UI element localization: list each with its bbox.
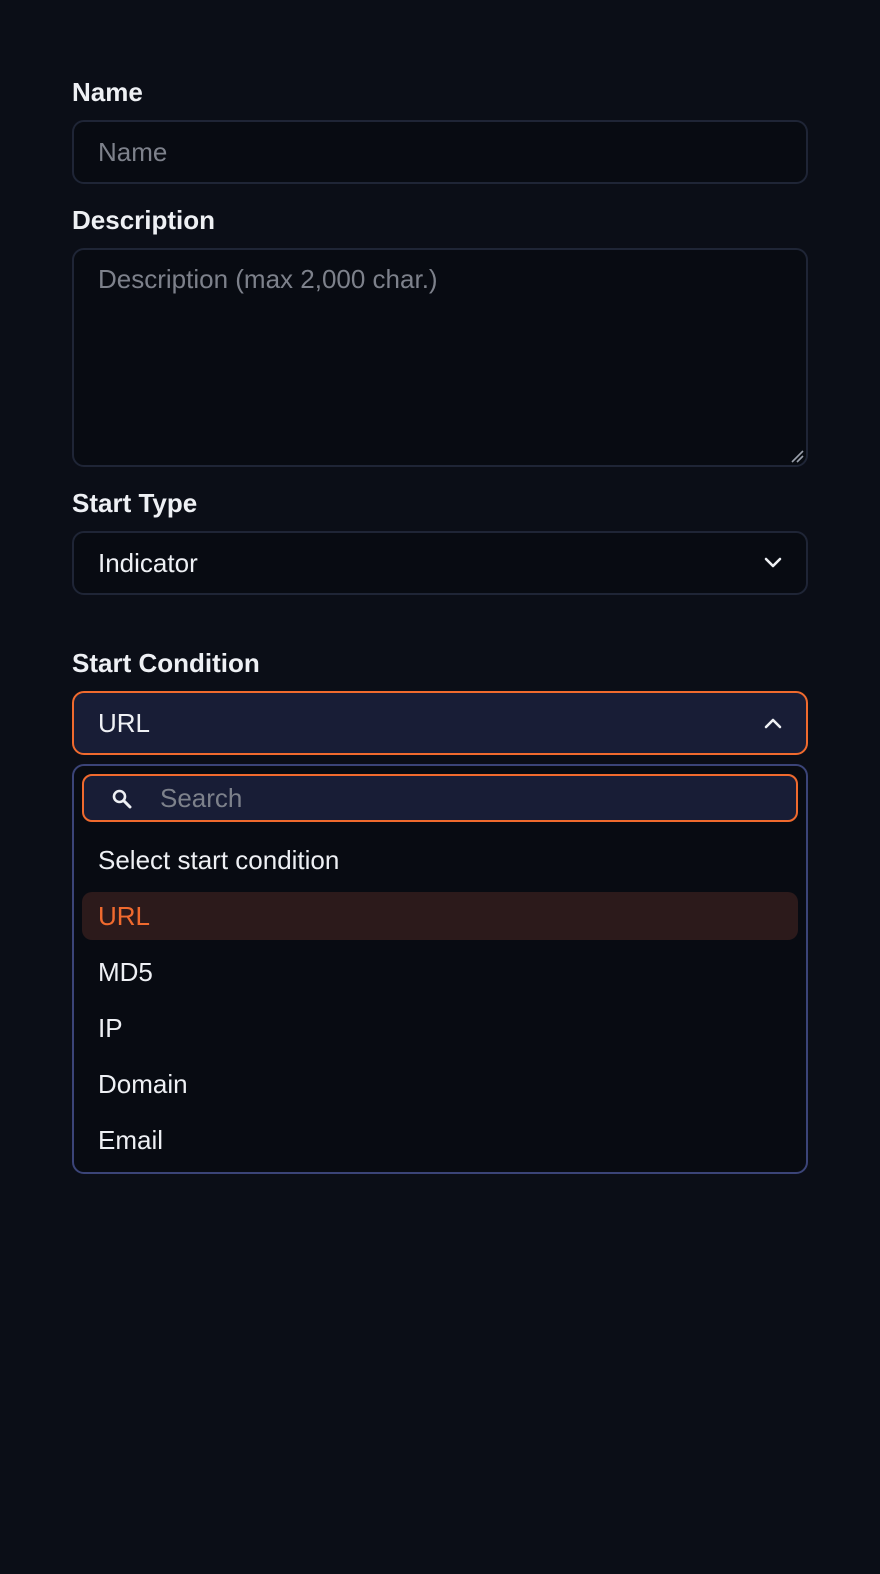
option-ip[interactable]: IP [82,1004,798,1052]
description-placeholder: Description (max 2,000 char.) [98,264,438,294]
option-md5[interactable]: MD5 [82,948,798,996]
option-url[interactable]: URL [82,892,798,940]
search-icon [112,789,132,809]
name-input[interactable]: Name [72,120,808,184]
name-placeholder: Name [98,137,168,167]
start-type-label: Start Type [72,488,198,518]
option-label: MD5 [98,957,153,987]
option-email[interactable]: Email [82,1116,798,1164]
option-label: URL [98,901,151,931]
start-condition-value: URL [98,708,151,738]
start-type-select[interactable]: Indicator [72,531,808,595]
start-condition-label: Start Condition [72,648,260,678]
search-input[interactable]: Search [82,774,798,822]
chevron-up-icon [764,718,782,729]
start-type-value: Indicator [98,548,198,578]
description-textarea[interactable]: Description (max 2,000 char.) [72,248,808,467]
chevron-down-icon [764,557,782,568]
search-placeholder: Search [160,783,243,813]
option-domain[interactable]: Domain [82,1060,798,1108]
start-condition-select[interactable]: URL [72,691,808,755]
option-label: IP [98,1013,123,1043]
start-condition-dropdown: Search Select start condition URL MD5 IP… [72,764,808,1174]
resize-handle-icon[interactable] [790,449,804,463]
option-label: Email [98,1125,164,1155]
description-label: Description [72,205,216,235]
option-select-start-condition[interactable]: Select start condition [82,836,798,884]
option-label: Domain [98,1069,188,1099]
name-label: Name [72,77,143,107]
option-label: Select start condition [98,845,340,875]
